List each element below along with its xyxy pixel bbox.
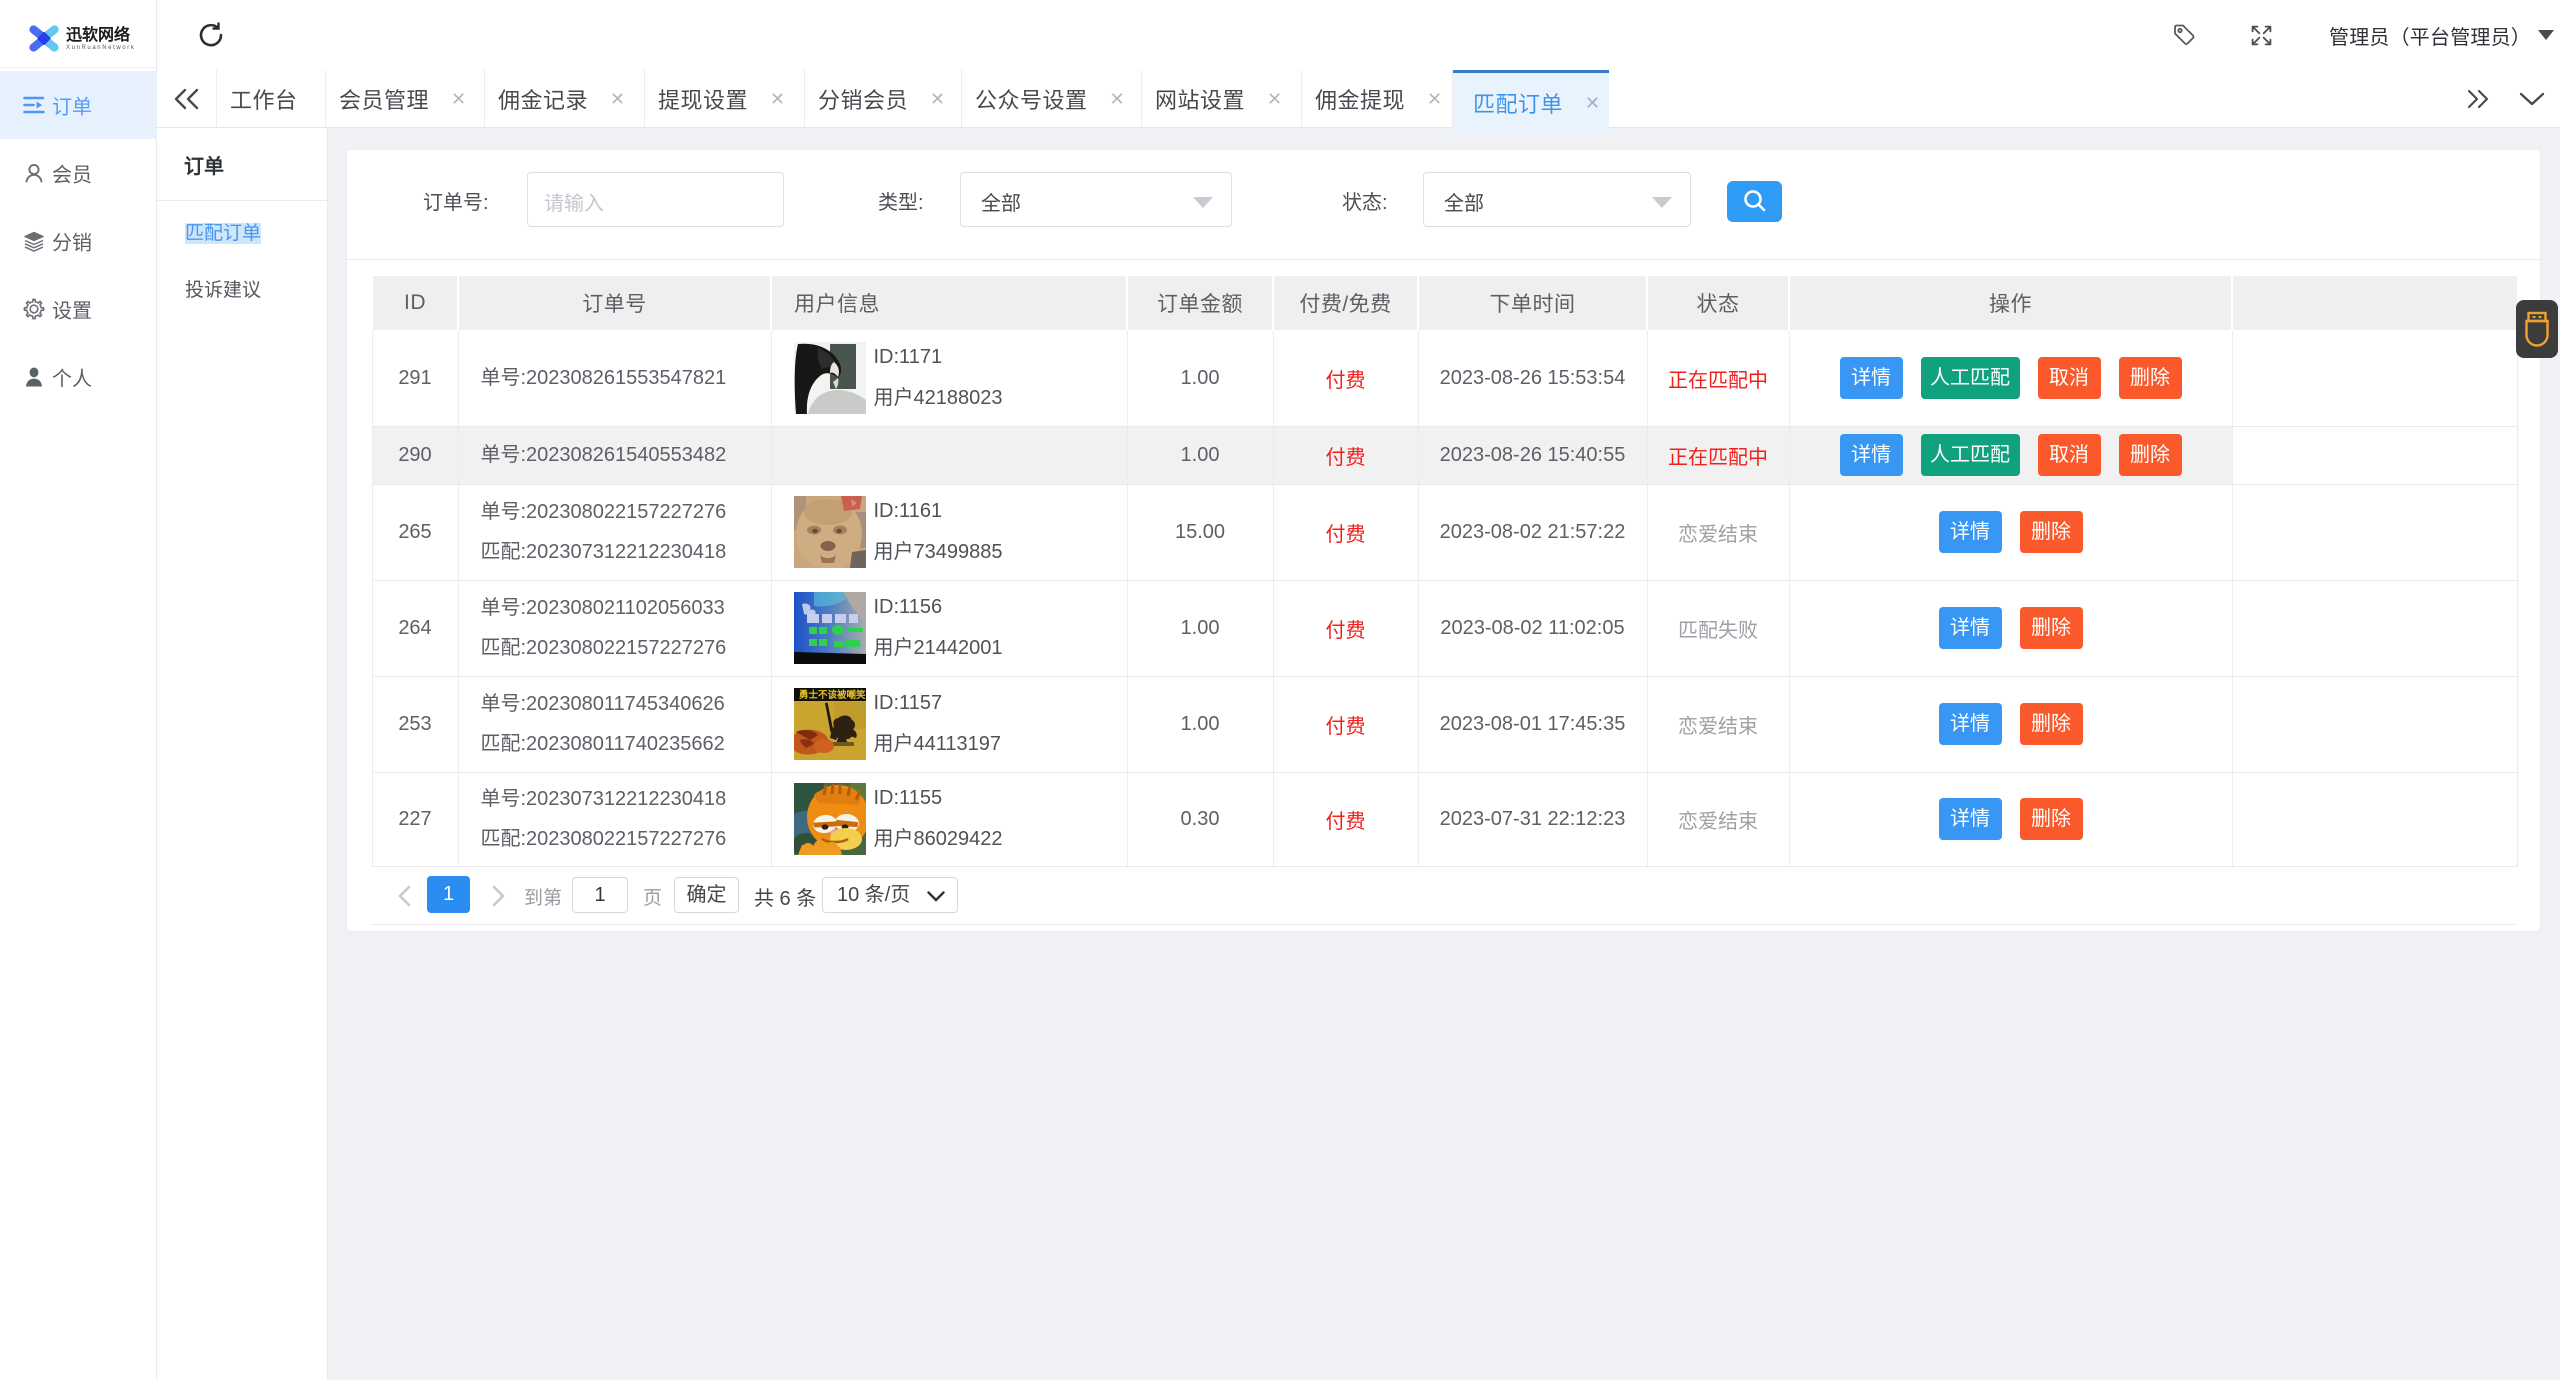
- svg-text:勇士不该被嘲笑: 勇士不该被嘲笑: [799, 689, 866, 701]
